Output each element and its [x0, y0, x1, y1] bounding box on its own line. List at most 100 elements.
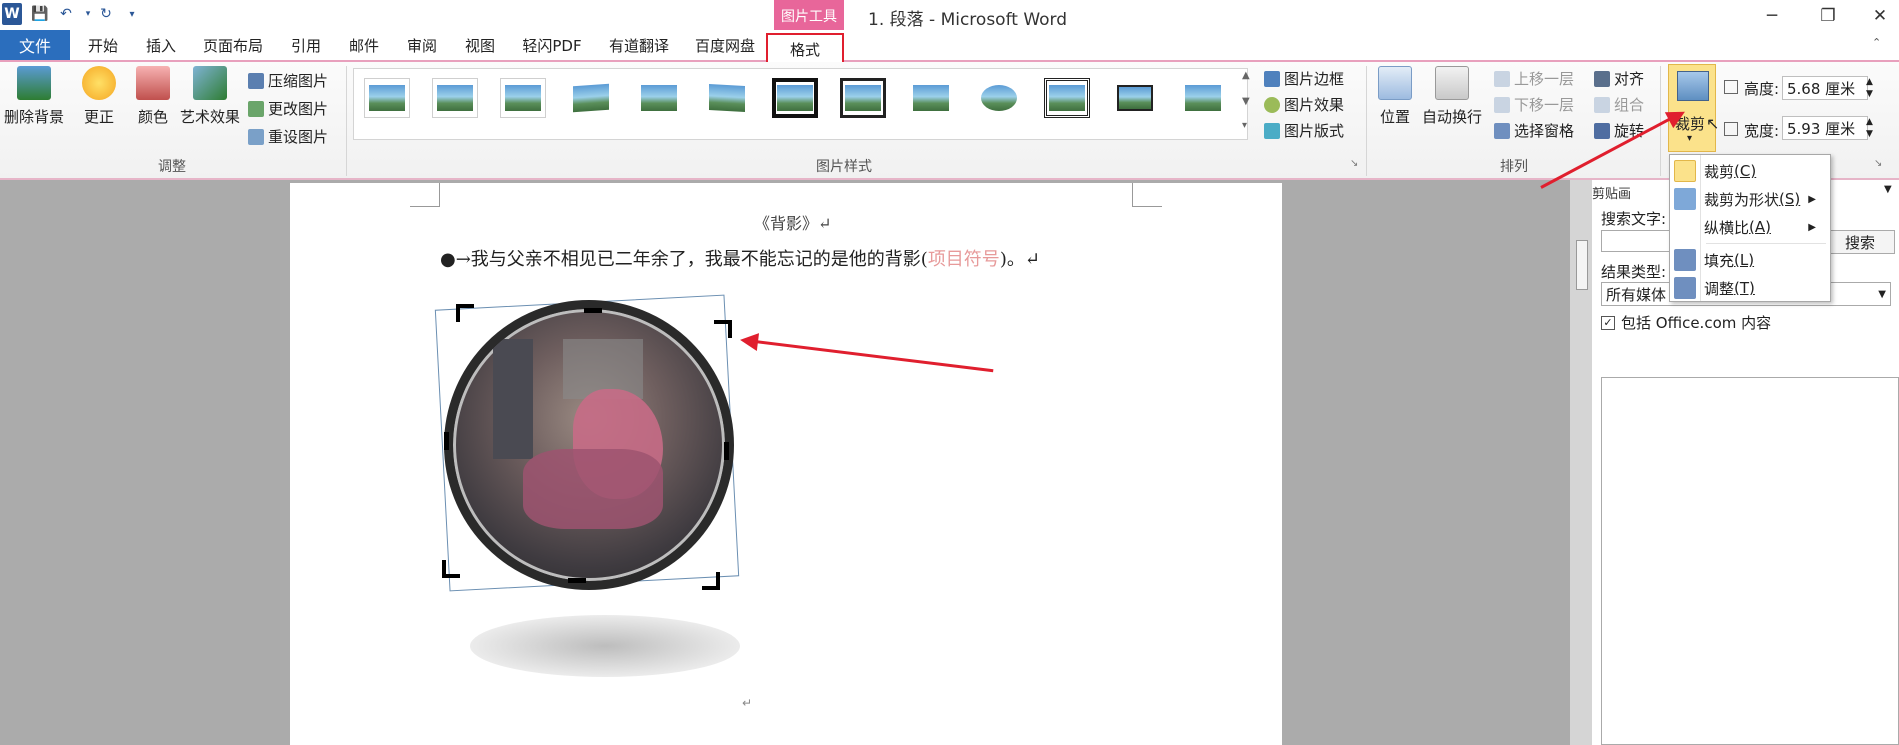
width-label: 宽度:: [1744, 122, 1780, 140]
picture-style-8[interactable]: [840, 78, 886, 118]
picture-border-button[interactable]: 图片边框: [1264, 68, 1344, 89]
redo-icon[interactable]: ↻: [96, 4, 116, 24]
tab-home[interactable]: 开始: [78, 30, 128, 60]
picture-style-9[interactable]: [908, 78, 954, 118]
width-spinner-icon[interactable]: ▲ ▼: [1866, 116, 1873, 140]
search-label: 搜索文字:: [1601, 210, 1667, 228]
document-heading[interactable]: 《背影》↵: [754, 210, 831, 234]
picture-style-5[interactable]: [636, 78, 682, 118]
search-button[interactable]: 搜索: [1825, 230, 1895, 254]
send-backward-icon: [1494, 96, 1510, 113]
crop-icon: [1677, 71, 1709, 101]
crop-handle-top-left[interactable]: [456, 304, 474, 322]
fill-icon: [1674, 249, 1696, 271]
save-icon[interactable]: 💾: [30, 4, 50, 24]
picture-style-12[interactable]: [1112, 78, 1158, 118]
selected-picture[interactable]: [434, 294, 740, 592]
height-spinner-icon[interactable]: ▲ ▼: [1866, 76, 1873, 100]
compress-pictures-button[interactable]: 压缩图片: [248, 70, 328, 91]
bring-forward-button[interactable]: 上移一层: [1494, 68, 1574, 89]
picture-style-13[interactable]: [1180, 78, 1226, 118]
include-office-checkbox[interactable]: ✓ 包括 Office.com 内容: [1601, 312, 1771, 333]
width-input[interactable]: 5.93 厘米: [1782, 116, 1868, 140]
wrap-text-button[interactable]: 自动换行: [1422, 66, 1482, 127]
submenu-arrow-icon: ▶: [1808, 221, 1816, 233]
undo-icon[interactable]: ↶: [56, 4, 76, 24]
pane-options-icon[interactable]: ▼: [1884, 184, 1892, 195]
picture-layout-button[interactable]: 图片版式: [1264, 120, 1344, 141]
artistic-effects-button[interactable]: 艺术效果: [180, 66, 240, 127]
crop-handle-left[interactable]: [444, 432, 449, 450]
group-label-picture-styles: 图片样式: [816, 159, 872, 175]
size-dialog-launcher-icon[interactable]: ↘: [1874, 158, 1882, 169]
gallery-scroll-up-icon[interactable]: ▲: [1242, 70, 1250, 81]
picture-style-1[interactable]: [364, 78, 410, 118]
crop-dropdown-menu: 裁剪 (C) 裁剪为形状 (S) ▶ 纵横比 (A) ▶ 填充 (L) 调整 (T): [1669, 154, 1831, 302]
group-button[interactable]: 组合: [1594, 94, 1644, 115]
picture-style-6[interactable]: [704, 78, 750, 118]
collapse-ribbon-icon[interactable]: ⌃: [1872, 36, 1881, 49]
figure-body: [523, 449, 663, 529]
crop-dropdown-icon: ▾: [1687, 133, 1693, 144]
close-button[interactable]: ✕: [1860, 2, 1899, 30]
mouse-cursor-icon: ↖: [1706, 114, 1720, 133]
tab-review[interactable]: 审阅: [398, 30, 446, 60]
align-button[interactable]: 对齐: [1594, 68, 1644, 89]
crop-handle-bottom-right[interactable]: [702, 572, 720, 590]
tab-qingshan-pdf[interactable]: 轻闪PDF: [514, 30, 590, 60]
results-list[interactable]: [1601, 377, 1899, 745]
tab-file[interactable]: 文件: [0, 30, 70, 60]
tab-references[interactable]: 引用: [284, 30, 328, 60]
tab-youdao-translate[interactable]: 有道翻译: [600, 30, 678, 60]
minimize-button[interactable]: ─: [1752, 2, 1792, 30]
picture-style-4[interactable]: [568, 78, 614, 118]
dialog-launcher-icon[interactable]: ↘: [1350, 158, 1358, 169]
crop-handle-right[interactable]: [724, 442, 729, 460]
picture-style-10[interactable]: [976, 78, 1022, 118]
group-label-adjust: 调整: [158, 159, 186, 175]
reset-picture-icon: [248, 128, 264, 145]
document-title: 1. 段落 - Microsoft Word: [868, 10, 1068, 30]
height-input[interactable]: 5.68 厘米: [1782, 76, 1868, 100]
document-paragraph[interactable]: ●→我与父亲不相见已二年余了，我最不能忘记的是他的背影(项目符号)。↵: [440, 245, 1040, 271]
crop-handle-bottom-left[interactable]: [442, 560, 460, 578]
picture-style-11[interactable]: [1044, 78, 1090, 118]
menu-item-crop[interactable]: 裁剪 (C): [1670, 158, 1830, 184]
send-backward-button[interactable]: 下移一层: [1494, 94, 1574, 115]
tab-mailings[interactable]: 邮件: [340, 30, 388, 60]
compress-icon: [248, 72, 264, 89]
crop-handle-bottom[interactable]: [568, 578, 586, 583]
picture-style-7[interactable]: [772, 78, 818, 118]
tab-view[interactable]: 视图: [456, 30, 504, 60]
position-button[interactable]: 位置: [1378, 66, 1412, 127]
picture-style-2[interactable]: [432, 78, 478, 118]
word-app-icon[interactable]: W: [2, 3, 22, 25]
crop-handle-top-right[interactable]: [714, 320, 732, 338]
submenu-arrow-icon: ▶: [1808, 193, 1816, 205]
selection-pane-button[interactable]: 选择窗格: [1494, 120, 1574, 141]
gallery-more-icon[interactable]: ▾: [1242, 120, 1247, 131]
menu-item-crop-to-shape[interactable]: 裁剪为形状 (S) ▶: [1670, 186, 1830, 212]
reset-picture-button[interactable]: 重设图片: [248, 126, 328, 147]
picture-border-icon: [1264, 70, 1280, 87]
picture-effects-button[interactable]: 图片效果: [1264, 94, 1344, 115]
picture-tools-context-label: 图片工具: [774, 0, 844, 32]
gallery-scroll-down-icon[interactable]: ▼: [1242, 96, 1250, 107]
tab-insert[interactable]: 插入: [136, 30, 186, 60]
menu-item-aspect-ratio[interactable]: 纵横比 (A) ▶: [1670, 214, 1830, 240]
corrections-button[interactable]: 更正: [82, 66, 116, 127]
pane-scroll-thumb[interactable]: [1576, 240, 1588, 290]
change-picture-button[interactable]: 更改图片: [248, 98, 328, 119]
tab-page-layout[interactable]: 页面布局: [196, 30, 270, 60]
tab-baidu-netdisk[interactable]: 百度网盘: [686, 30, 764, 60]
menu-item-fit[interactable]: 调整 (T): [1670, 275, 1830, 301]
picture-style-3[interactable]: [500, 78, 546, 118]
remove-background-button[interactable]: 删除背景: [4, 66, 64, 127]
crop-handle-top[interactable]: [584, 308, 602, 313]
restore-button[interactable]: ❐: [1808, 2, 1848, 30]
menu-item-fill[interactable]: 填充 (L): [1670, 247, 1830, 273]
tab-format[interactable]: 格式: [766, 33, 844, 63]
color-button[interactable]: 颜色: [136, 66, 170, 127]
undo-dropdown-icon[interactable]: ▾: [78, 4, 98, 24]
customize-quick-access-icon[interactable]: ▾: [122, 4, 142, 24]
